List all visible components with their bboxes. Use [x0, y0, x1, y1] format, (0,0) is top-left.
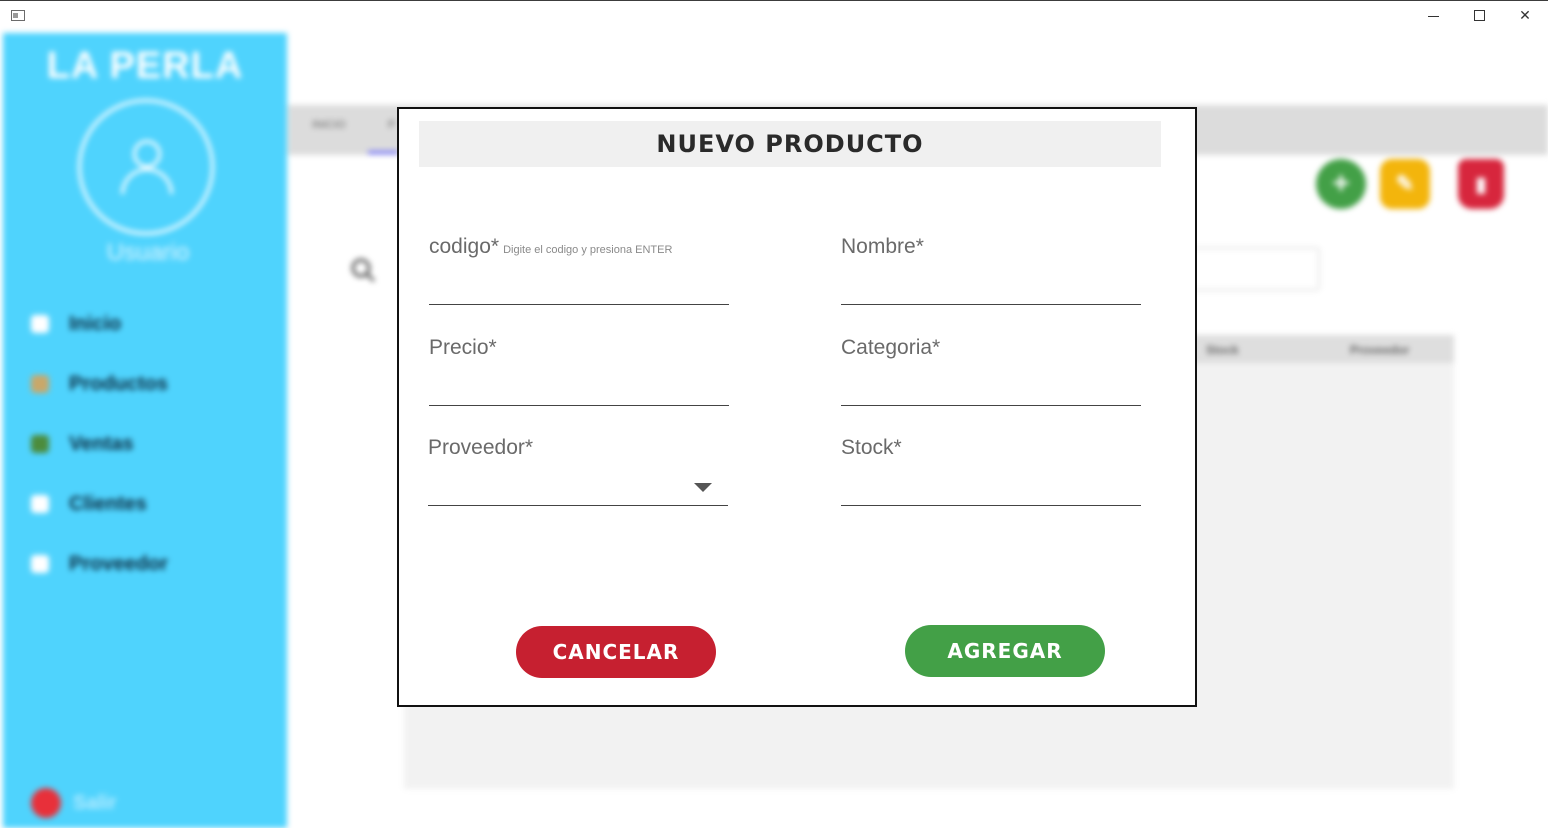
column-header-proveedor[interactable]: Proveedor — [1350, 343, 1409, 357]
title-bar: ✕ — [0, 1, 1548, 31]
user-avatar-icon — [78, 99, 214, 235]
pencil-icon: ✎ — [1395, 171, 1415, 196]
dialog-header: NUEVO PRODUCTO — [419, 121, 1161, 167]
sidebar-item-clientes[interactable]: Clientes — [31, 489, 147, 519]
nombre-label: Nombre* — [841, 235, 924, 258]
sidebar-item-label: Clientes — [69, 492, 147, 515]
sidebar-item-inicio[interactable]: Inicio — [31, 309, 121, 339]
logout-label: Salir — [73, 791, 117, 814]
sidebar-item-label: Proveedor — [69, 552, 168, 575]
clients-icon — [31, 495, 49, 513]
delete-product-button[interactable]: ▮ — [1458, 159, 1504, 209]
close-button[interactable]: ✕ — [1502, 3, 1548, 29]
stock-label: Stock* — [841, 436, 902, 459]
power-icon — [31, 788, 61, 818]
search-input[interactable] — [1180, 247, 1320, 291]
codigo-label-row: codigo* Digite el codigo y presiona ENTER — [429, 235, 672, 259]
add-product-button[interactable]: + — [1316, 159, 1366, 209]
plus-icon: + — [1332, 167, 1350, 200]
minimize-icon — [1428, 16, 1439, 17]
tab-productos[interactable]: P — [388, 119, 395, 131]
sidebar: LA PERLA Usuario Inicio Productos Ventas… — [3, 33, 287, 828]
categoria-field: Categoria* — [841, 336, 1141, 411]
maximize-icon — [1474, 10, 1485, 21]
codigo-hint: Digite el codigo y presiona ENTER — [503, 244, 673, 256]
stock-input[interactable] — [841, 472, 1141, 506]
edit-product-button[interactable]: ✎ — [1380, 159, 1430, 209]
sidebar-item-proveedor[interactable]: Proveedor — [31, 549, 168, 579]
user-label: Usuario — [106, 239, 190, 266]
products-icon — [31, 375, 49, 393]
chevron-down-icon[interactable] — [694, 483, 712, 492]
nombre-field: Nombre* — [841, 235, 1141, 310]
active-tab-indicator — [368, 151, 398, 154]
sales-icon — [31, 435, 49, 453]
cancel-button[interactable]: CANCELAR — [516, 626, 716, 678]
sidebar-item-ventas[interactable]: Ventas — [31, 429, 133, 459]
stock-field: Stock* — [841, 436, 1141, 511]
column-header-stock[interactable]: Stock — [1206, 343, 1239, 357]
close-icon: ✕ — [1519, 8, 1531, 24]
precio-field: Precio* — [429, 336, 729, 411]
minimize-button[interactable] — [1410, 3, 1456, 29]
nombre-input[interactable] — [841, 271, 1141, 305]
home-icon — [31, 315, 49, 333]
app-icon — [11, 10, 25, 21]
codigo-input[interactable] — [429, 271, 729, 305]
logout-button[interactable]: Salir — [31, 788, 116, 818]
avatar-body — [121, 168, 173, 194]
codigo-label: codigo* — [429, 235, 500, 258]
sidebar-item-label: Inicio — [69, 312, 122, 335]
sidebar-item-label: Ventas — [69, 432, 134, 455]
brand-title: LA PERLA — [46, 45, 244, 87]
categoria-input[interactable] — [841, 372, 1141, 406]
avatar-head — [133, 140, 161, 168]
app-window: ✕ LA PERLA Usuario Inicio Productos Vent… — [0, 0, 1548, 828]
new-product-dialog: NUEVO PRODUCTO codigo* Digite el codigo y… — [397, 107, 1197, 707]
supplier-icon — [31, 555, 49, 573]
precio-label: Precio* — [429, 336, 497, 359]
sidebar-item-productos[interactable]: Productos — [31, 369, 168, 399]
dialog-title: NUEVO PRODUCTO — [656, 130, 924, 158]
proveedor-field: Proveedor* — [428, 436, 728, 511]
tab-inicio[interactable]: INICIO — [312, 119, 346, 131]
proveedor-label: Proveedor* — [428, 436, 534, 459]
categoria-label: Categoria* — [841, 336, 941, 359]
maximize-button[interactable] — [1456, 3, 1502, 29]
codigo-field: codigo* Digite el codigo y presiona ENTER — [429, 235, 729, 310]
sidebar-item-label: Productos — [69, 372, 168, 395]
proveedor-select[interactable] — [428, 472, 728, 506]
trash-icon: ▮ — [1475, 173, 1487, 196]
precio-input[interactable] — [429, 372, 729, 406]
search-icon[interactable] — [350, 257, 376, 283]
add-button[interactable]: AGREGAR — [905, 625, 1105, 677]
